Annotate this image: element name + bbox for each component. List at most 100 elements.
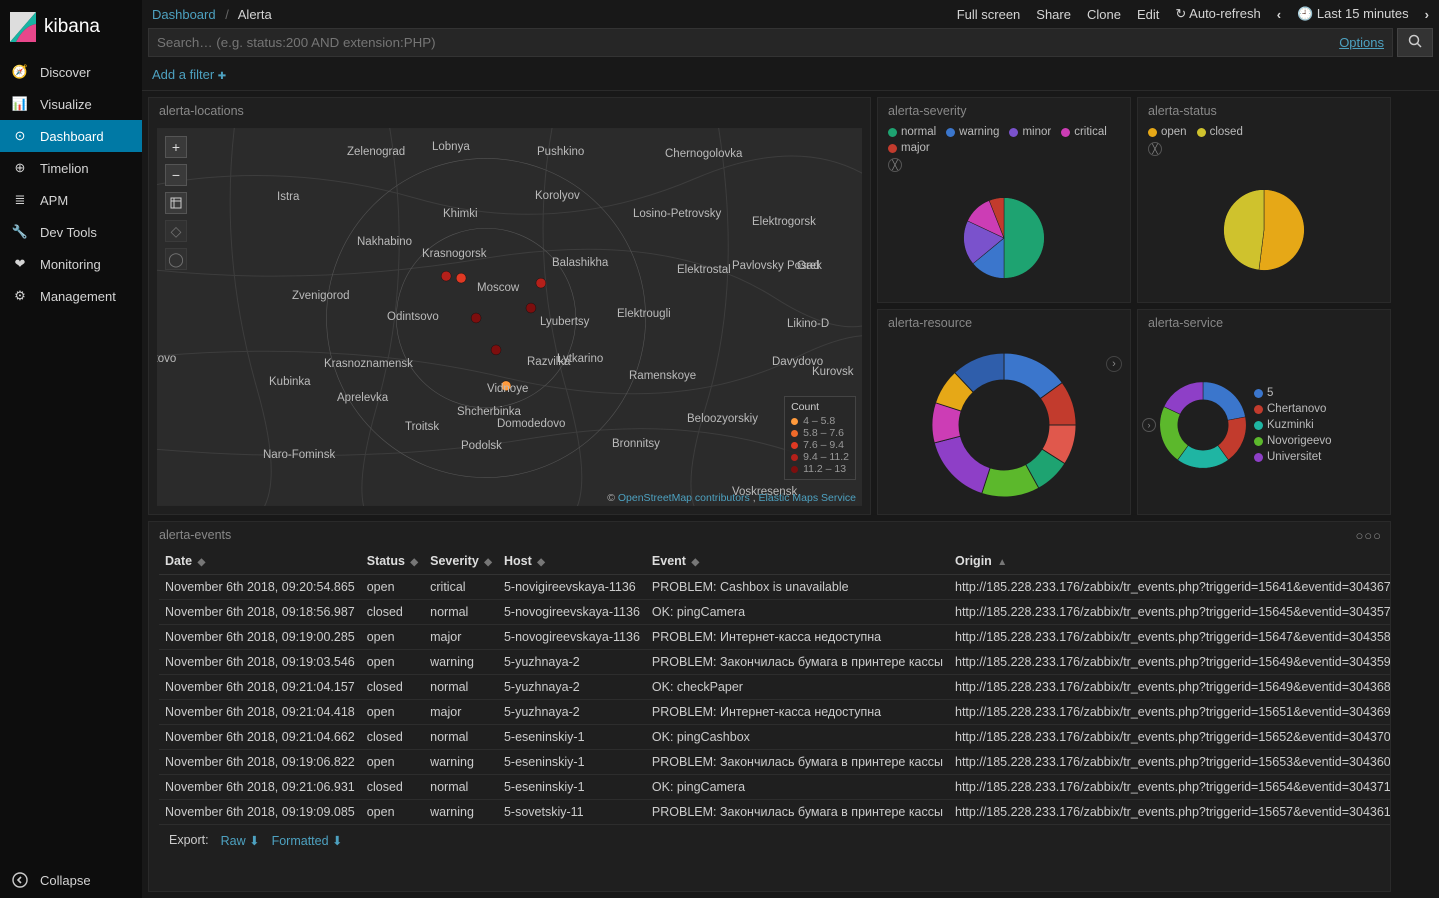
nav-item-timelion[interactable]: ⊕Timelion: [0, 152, 142, 184]
download-icon: ⬇: [332, 834, 342, 848]
nav-left-button[interactable]: ›: [1142, 418, 1156, 432]
nav-icon: ❤: [12, 256, 28, 272]
legend-swatch: [888, 144, 897, 153]
refresh-icon: ↻: [1175, 6, 1186, 21]
legend-swatch: [1254, 389, 1263, 398]
legend-item[interactable]: closed: [1197, 126, 1243, 138]
map[interactable]: + − ◇ ◯ Count 4 – 5.85.8 – 7.67.6 – 9.49…: [157, 128, 862, 506]
time-prev-button[interactable]: ‹: [1277, 7, 1281, 22]
table-row[interactable]: November 6th 2018, 09:19:03.546openwarni…: [159, 650, 1390, 675]
legend-item[interactable]: Novorigeevo: [1254, 435, 1332, 447]
col-severity[interactable]: Severity ◆: [424, 548, 498, 575]
nav-label: APM: [40, 193, 68, 208]
fullscreen-button[interactable]: Full screen: [957, 7, 1021, 22]
filter-bar: Add a filter ✚: [142, 63, 1439, 91]
status-legend: open closed: [1138, 124, 1390, 140]
legend-item[interactable]: critical: [1061, 126, 1107, 138]
legend-item[interactable]: Chertanovo: [1254, 403, 1332, 415]
table-row[interactable]: November 6th 2018, 09:21:04.662closednor…: [159, 725, 1390, 750]
nav-item-dashboard[interactable]: ⊙Dashboard: [0, 120, 142, 152]
export-formatted-link[interactable]: Formatted ⬇: [272, 833, 343, 848]
legend-item[interactable]: warning: [946, 126, 999, 138]
col-host[interactable]: Host ◆: [498, 548, 646, 575]
nav-label: Discover: [40, 65, 91, 80]
breadcrumb-root[interactable]: Dashboard: [152, 7, 216, 22]
panel-service: alerta-service › 5 Chertanovo Kuzminki Novo…: [1137, 309, 1391, 515]
legend-swatch: [1009, 128, 1018, 137]
download-icon: ⬇: [249, 834, 259, 848]
share-button[interactable]: Share: [1036, 7, 1071, 22]
edit-button[interactable]: Edit: [1137, 7, 1159, 22]
search-button[interactable]: [1397, 28, 1433, 57]
nav-label: Monitoring: [40, 257, 101, 272]
col-origin[interactable]: Origin ▲: [949, 548, 1390, 575]
nav-item-dev-tools[interactable]: 🔧Dev Tools: [0, 216, 142, 248]
col-date[interactable]: Date ◆: [159, 548, 361, 575]
legend-swatch: [1197, 128, 1206, 137]
zoom-in-button[interactable]: +: [165, 136, 187, 158]
legend-swatch: [1061, 128, 1070, 137]
table-row[interactable]: November 6th 2018, 09:19:06.822openwarni…: [159, 750, 1390, 775]
resource-donut[interactable]: [929, 350, 1079, 500]
table-row[interactable]: November 6th 2018, 09:21:04.418openmajor…: [159, 700, 1390, 725]
search-options-link[interactable]: Options: [1339, 35, 1384, 50]
panel-title: alerta-service: [1138, 310, 1390, 336]
table-row[interactable]: November 6th 2018, 09:18:56.987closednor…: [159, 600, 1390, 625]
legend-item[interactable]: normal: [888, 126, 936, 138]
legend-item[interactable]: open: [1148, 126, 1187, 138]
nav-item-discover[interactable]: 🧭 Discover: [0, 56, 142, 88]
ems-link[interactable]: Elastic Maps Service: [759, 492, 856, 504]
nav-item-monitoring[interactable]: ❤ Monitoring: [0, 248, 142, 280]
auto-refresh-button[interactable]: ↻ Auto-refresh: [1175, 6, 1260, 22]
legend-item[interactable]: Universitet: [1254, 451, 1332, 463]
panel-resource: alerta-resource ›: [877, 309, 1131, 515]
osm-link[interactable]: OpenStreetMap contributors: [618, 492, 750, 504]
legend-item[interactable]: Kuzminki: [1254, 419, 1332, 431]
nav-item-visualize[interactable]: 📊Visualize: [0, 88, 142, 120]
app-logo[interactable]: kibana: [0, 0, 142, 56]
time-picker[interactable]: 🕘 Last 15 minutes: [1297, 6, 1409, 22]
map-btn-a[interactable]: ◇: [165, 220, 187, 242]
search-input[interactable]: [157, 35, 1139, 50]
zoom-out-button[interactable]: −: [165, 164, 187, 186]
legend-collapse-button[interactable]: ╳: [1148, 142, 1162, 156]
nav-icon: 🔧: [12, 224, 28, 240]
nav-label: Management: [40, 289, 116, 304]
col-status[interactable]: Status ◆: [361, 548, 424, 575]
nav-right-button[interactable]: ›: [1106, 356, 1122, 372]
legend-item[interactable]: minor: [1009, 126, 1051, 138]
col-event[interactable]: Event ◆: [646, 548, 949, 575]
legend-collapse-button[interactable]: ╳: [888, 158, 902, 172]
table-row[interactable]: November 6th 2018, 09:19:00.285openmajor…: [159, 625, 1390, 650]
legend-item[interactable]: 5: [1254, 387, 1332, 399]
fit-bounds-button[interactable]: [165, 192, 187, 214]
severity-pie[interactable]: [962, 196, 1046, 280]
panel-events: alerta-events ○○○ Date ◆Status ◆Severity…: [148, 521, 1391, 892]
panel-severity: alerta-severity normalwarningminorcritic…: [877, 97, 1131, 303]
map-attribution: © OpenStreetMap contributors , Elastic M…: [607, 492, 856, 504]
time-next-button[interactable]: ›: [1425, 7, 1429, 22]
map-canvas: [157, 128, 862, 506]
legend-swatch: [1254, 453, 1263, 462]
legend-item[interactable]: major: [888, 142, 930, 154]
nav-item-apm[interactable]: ≣ APM: [0, 184, 142, 216]
clone-button[interactable]: Clone: [1087, 7, 1121, 22]
collapse-button[interactable]: Collapse: [0, 862, 142, 898]
table-row[interactable]: November 6th 2018, 09:19:09.085openwarni…: [159, 800, 1390, 825]
table-row[interactable]: November 6th 2018, 09:21:06.931closednor…: [159, 775, 1390, 800]
table-row[interactable]: November 6th 2018, 09:21:04.157closednor…: [159, 675, 1390, 700]
table-row[interactable]: November 6th 2018, 09:20:54.865opencriti…: [159, 575, 1390, 600]
nav-icon: 🧭: [12, 64, 28, 80]
add-filter-button[interactable]: Add a filter ✚: [152, 67, 226, 82]
status-pie[interactable]: [1222, 188, 1306, 272]
service-donut[interactable]: [1158, 380, 1248, 470]
nav-item-management[interactable]: ⚙Management: [0, 280, 142, 312]
searchbar: Options: [142, 28, 1439, 63]
export-raw-link[interactable]: Raw ⬇: [221, 833, 260, 848]
panel-menu-button[interactable]: ○○○: [1355, 528, 1382, 543]
nav-icon: ≣: [12, 192, 28, 208]
events-table: Date ◆Status ◆Severity ◆Host ◆Event ◆Ori…: [159, 548, 1390, 825]
search-input-wrap: Options: [148, 28, 1393, 57]
map-btn-b[interactable]: ◯: [165, 248, 187, 270]
search-icon: [1408, 34, 1422, 51]
